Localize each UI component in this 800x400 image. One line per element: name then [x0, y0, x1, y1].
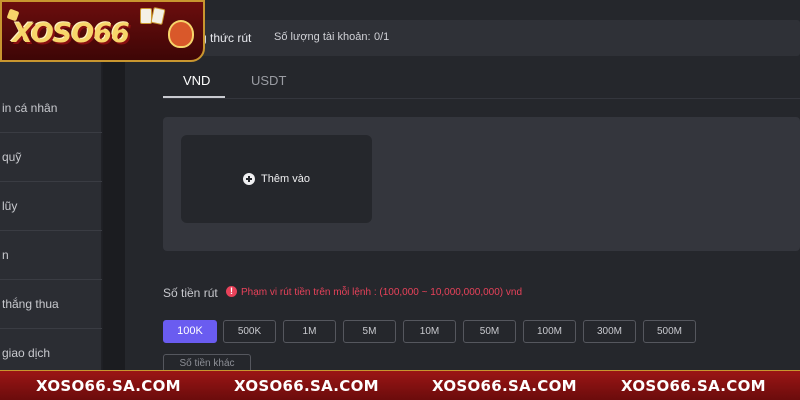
- add-account-button[interactable]: Thêm vào: [181, 135, 372, 223]
- banner-text: XOSO66.SA.COM: [432, 377, 577, 395]
- sidebar-item-label: giao dịch: [2, 346, 51, 360]
- header-bar: g thức rút Số lượng tài khoản: 0/1: [140, 20, 800, 56]
- banner-text: XOSO66.SA.COM: [36, 377, 181, 395]
- amount-option-300m[interactable]: 300M: [583, 320, 636, 343]
- account-count-label: Số lượng tài khoản:: [274, 31, 371, 43]
- sidebar-item-personal-info[interactable]: in cá nhân: [0, 84, 102, 133]
- logo-text: XOSO66: [12, 18, 130, 49]
- range-note: Phạm vi rút tiền trên mỗi lệnh : (100,00…: [241, 287, 523, 298]
- brand-logo: XOSO66: [0, 0, 205, 62]
- watermark-banner: XOSO66.SA.COM XOSO66.SA.COM XOSO66.SA.CO…: [0, 370, 800, 400]
- sidebar-item-accumulated[interactable]: lũy: [0, 182, 102, 231]
- sidebar-item-label: n: [2, 248, 9, 262]
- banner-text: XOSO66.SA.COM: [234, 377, 379, 395]
- account-count-value: 0/1: [374, 31, 390, 43]
- sidebar-item-label: thắng thua: [2, 297, 59, 311]
- amount-label: Số tiền rút: [163, 286, 218, 300]
- tab-divider: [163, 98, 800, 99]
- info-icon: !: [226, 286, 237, 297]
- amount-option-500k[interactable]: 500K: [223, 320, 276, 343]
- banner-text: XOSO66.SA.COM: [621, 377, 766, 395]
- plus-circle-icon: [243, 173, 256, 185]
- sidebar-item-win-loss[interactable]: thắng thua: [0, 280, 102, 329]
- mascot-icon: [168, 20, 194, 48]
- amount-option-50m[interactable]: 50M: [463, 320, 516, 343]
- amount-option-1m[interactable]: 1M: [283, 320, 336, 343]
- page-title: g thức rút: [200, 31, 252, 45]
- sidebar-item-misc[interactable]: n: [0, 231, 102, 280]
- sidebar-item-label: quỹ: [2, 150, 22, 164]
- amount-option-100k[interactable]: 100K: [163, 320, 217, 343]
- tab-usdt[interactable]: USDT: [251, 73, 286, 88]
- sidebar-item-label: lũy: [2, 199, 18, 213]
- add-account-label: Thêm vào: [261, 173, 310, 185]
- sidebar-item-label: in cá nhân: [2, 101, 58, 115]
- amount-option-5m[interactable]: 5M: [343, 320, 396, 343]
- sidebar-item-fund[interactable]: quỹ: [0, 133, 102, 182]
- tab-vnd[interactable]: VND: [183, 73, 210, 88]
- amount-option-100m[interactable]: 100M: [523, 320, 576, 343]
- amount-option-10m[interactable]: 10M: [403, 320, 456, 343]
- amount-option-500m[interactable]: 500M: [643, 320, 696, 343]
- playing-card-icon: [150, 6, 166, 26]
